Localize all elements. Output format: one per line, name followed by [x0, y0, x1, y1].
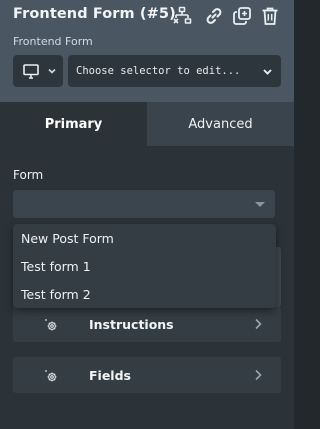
selector-placeholder: Choose selector to edit...	[76, 65, 241, 77]
chevron-down-icon	[48, 68, 56, 74]
section-instructions-label: Instructions	[89, 316, 174, 332]
panel-tabs: Primary Advanced	[0, 102, 294, 146]
dropdown-option[interactable]: Test form 2	[13, 280, 276, 308]
form-options-dropdown: New Post Form Test form 1 Test form 2	[13, 224, 276, 308]
collapsed-section-edge	[276, 247, 281, 307]
selector-dropdown[interactable]: Choose selector to edit...	[68, 55, 281, 87]
caret-down-icon	[255, 202, 265, 207]
sitemap-icon[interactable]	[172, 6, 192, 26]
link-icon[interactable]	[204, 6, 224, 26]
chevron-right-icon	[255, 318, 262, 330]
section-instructions[interactable]: Instructions	[13, 306, 281, 342]
trash-icon[interactable]	[260, 6, 280, 26]
section-fields[interactable]: Fields	[13, 357, 281, 393]
gear-icon	[45, 319, 57, 331]
chevron-down-icon	[263, 69, 272, 75]
gear-icon	[45, 370, 57, 382]
device-mode-button[interactable]	[13, 55, 63, 87]
form-select[interactable]	[13, 190, 275, 218]
dropdown-option[interactable]: Test form 1	[13, 252, 276, 280]
dropdown-option[interactable]: New Post Form	[13, 224, 276, 252]
form-field-label: Form	[13, 168, 44, 182]
section-fields-label: Fields	[89, 367, 131, 383]
element-header: Frontend Form (#5) Frontend Form Choose …	[0, 0, 294, 102]
tab-primary[interactable]: Primary	[0, 102, 147, 146]
element-title: Frontend Form (#5)	[13, 6, 176, 22]
desktop-icon	[23, 63, 39, 79]
chevron-right-icon	[255, 369, 262, 381]
element-subtitle: Frontend Form	[13, 35, 93, 48]
clone-icon[interactable]	[232, 6, 252, 26]
tab-advanced[interactable]: Advanced	[147, 102, 294, 146]
